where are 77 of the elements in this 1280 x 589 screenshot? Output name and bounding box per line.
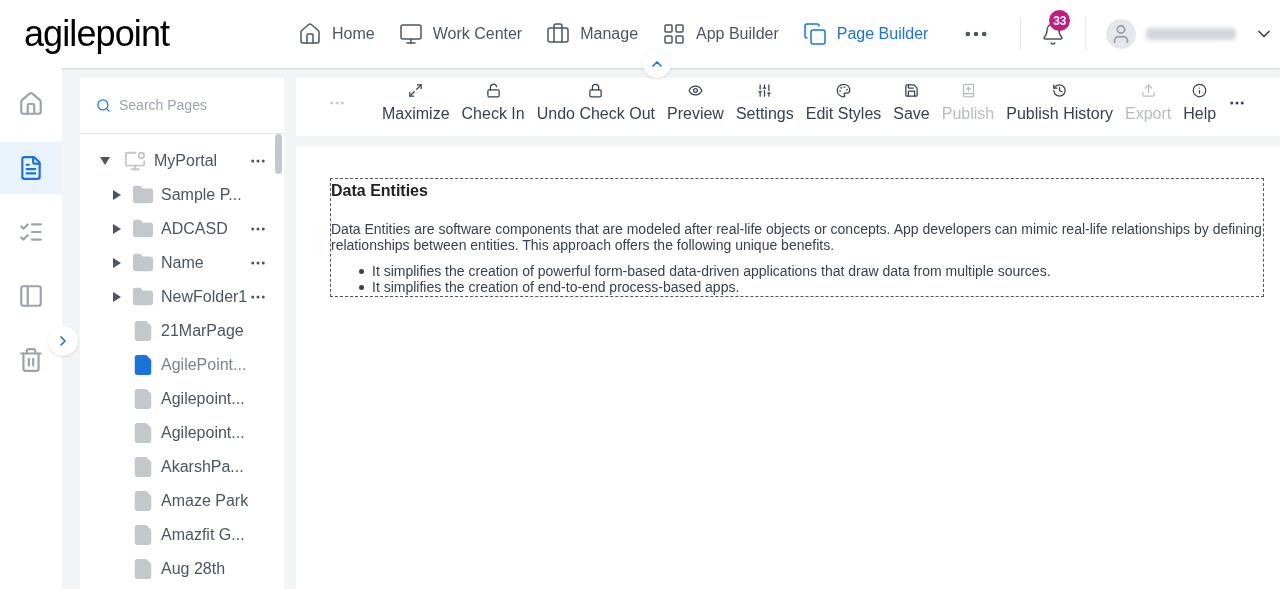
folder-icon — [132, 184, 154, 206]
expand-triangle-icon[interactable] — [112, 224, 122, 234]
toolbar-button[interactable]: Settings — [735, 83, 794, 126]
expand-triangle-icon[interactable] — [112, 190, 122, 200]
page-icon — [132, 558, 154, 580]
save-icon — [904, 83, 920, 98]
folder-icon — [132, 286, 154, 308]
logo: agilepoint — [24, 12, 171, 56]
grid-icon — [662, 22, 687, 46]
toolbar-button[interactable]: Publish History — [1006, 83, 1113, 126]
tree-item-label[interactable]: Amazfit G... — [161, 523, 245, 547]
nav-link[interactable]: Home — [298, 22, 375, 46]
trash-icon — [18, 347, 44, 373]
house-icon — [298, 22, 322, 46]
bullet-text: It simplifies the creation of powerful form-based data-driven applications that draw data from multiple sources. — [372, 263, 1051, 279]
toolbar-button[interactable]: Save — [893, 83, 930, 126]
page-icon — [132, 524, 154, 546]
toolbar-button[interactable]: Check In — [461, 83, 525, 126]
tree-item-label[interactable]: AgilePoint... — [161, 353, 247, 377]
expand-triangle-icon[interactable] — [112, 258, 122, 268]
briefcase-icon — [546, 22, 571, 46]
expand-triangle-icon[interactable] — [112, 292, 122, 302]
list-panel-icon — [18, 283, 44, 309]
toolbar-button[interactable]: Help — [1183, 83, 1217, 126]
nav-link[interactable]: App Builder — [662, 22, 779, 46]
portal-icon — [124, 150, 146, 172]
copy-icon — [802, 22, 827, 46]
tree-item-label[interactable]: Aug 28th — [161, 557, 226, 581]
book-icon — [960, 83, 976, 98]
upload-icon — [1140, 83, 1156, 98]
tree-item-label[interactable]: Amaze Park — [161, 489, 249, 513]
palette-icon — [836, 83, 851, 98]
tree-item-label[interactable]: Sample P... — [161, 183, 242, 207]
page-icon — [132, 354, 154, 376]
nav-link[interactable]: Page Builder — [802, 22, 929, 46]
house-icon — [18, 91, 44, 117]
page-icon — [132, 388, 154, 410]
lock-icon — [588, 83, 604, 98]
maximize-icon — [408, 83, 424, 98]
page-icon — [132, 422, 154, 444]
nav-link[interactable]: Manage — [546, 22, 639, 46]
unlock-icon — [485, 83, 501, 98]
collapse-triangle-icon[interactable] — [100, 156, 110, 166]
bullet-text: It simplifies the creation of end-to-end process-based apps. — [372, 279, 740, 295]
search-field[interactable]: Search Pages — [119, 95, 259, 116]
history-icon — [1052, 83, 1068, 98]
tree-item-label[interactable]: 21MarPage — [161, 319, 244, 343]
monitor-icon — [398, 22, 423, 46]
tree-item-label[interactable]: AkarshPa... — [161, 455, 244, 479]
info-icon — [1192, 83, 1208, 98]
scrollbar[interactable] — [275, 134, 282, 174]
toolbar-button[interactable]: Maximize — [382, 83, 450, 126]
sliders-icon — [757, 83, 773, 98]
toolbar-button[interactable]: Preview — [667, 83, 724, 126]
toolbar-button[interactable]: Undo Check Out — [536, 83, 655, 126]
toolbar-button[interactable]: Edit Styles — [805, 83, 882, 126]
bullet-icon — [359, 269, 364, 274]
tree-item-label[interactable]: Agilepoint... — [161, 387, 245, 411]
document-icon — [18, 155, 44, 181]
page-icon — [132, 320, 154, 342]
paragraph: Data Entities are software components that are modeled after real-life objects or concepts. App developers can mimic real-life relationships by defining relationships between entities. This approach offers the following unique benefits. — [331, 221, 1263, 253]
tree-item-label[interactable]: Agilepoint... — [161, 421, 245, 445]
notification-badge: 33 — [1049, 10, 1071, 31]
tree-item-label[interactable]: Name — [161, 251, 204, 275]
bullet-icon — [359, 285, 364, 290]
page-icon — [132, 490, 154, 512]
tree-item-label[interactable]: MyPortal — [154, 149, 218, 173]
page-icon — [132, 456, 154, 478]
tree-item-label[interactable]: NewFolder1 — [161, 285, 248, 309]
folder-icon — [132, 218, 154, 240]
folder-icon — [132, 252, 154, 274]
tree-item-label[interactable]: ADCASD — [161, 217, 228, 241]
rail-button[interactable] — [0, 142, 62, 194]
heading: Data Entities — [331, 181, 429, 201]
eye-icon — [687, 83, 703, 98]
search-icon — [96, 98, 111, 113]
nav-link[interactable]: Work Center — [398, 22, 523, 46]
